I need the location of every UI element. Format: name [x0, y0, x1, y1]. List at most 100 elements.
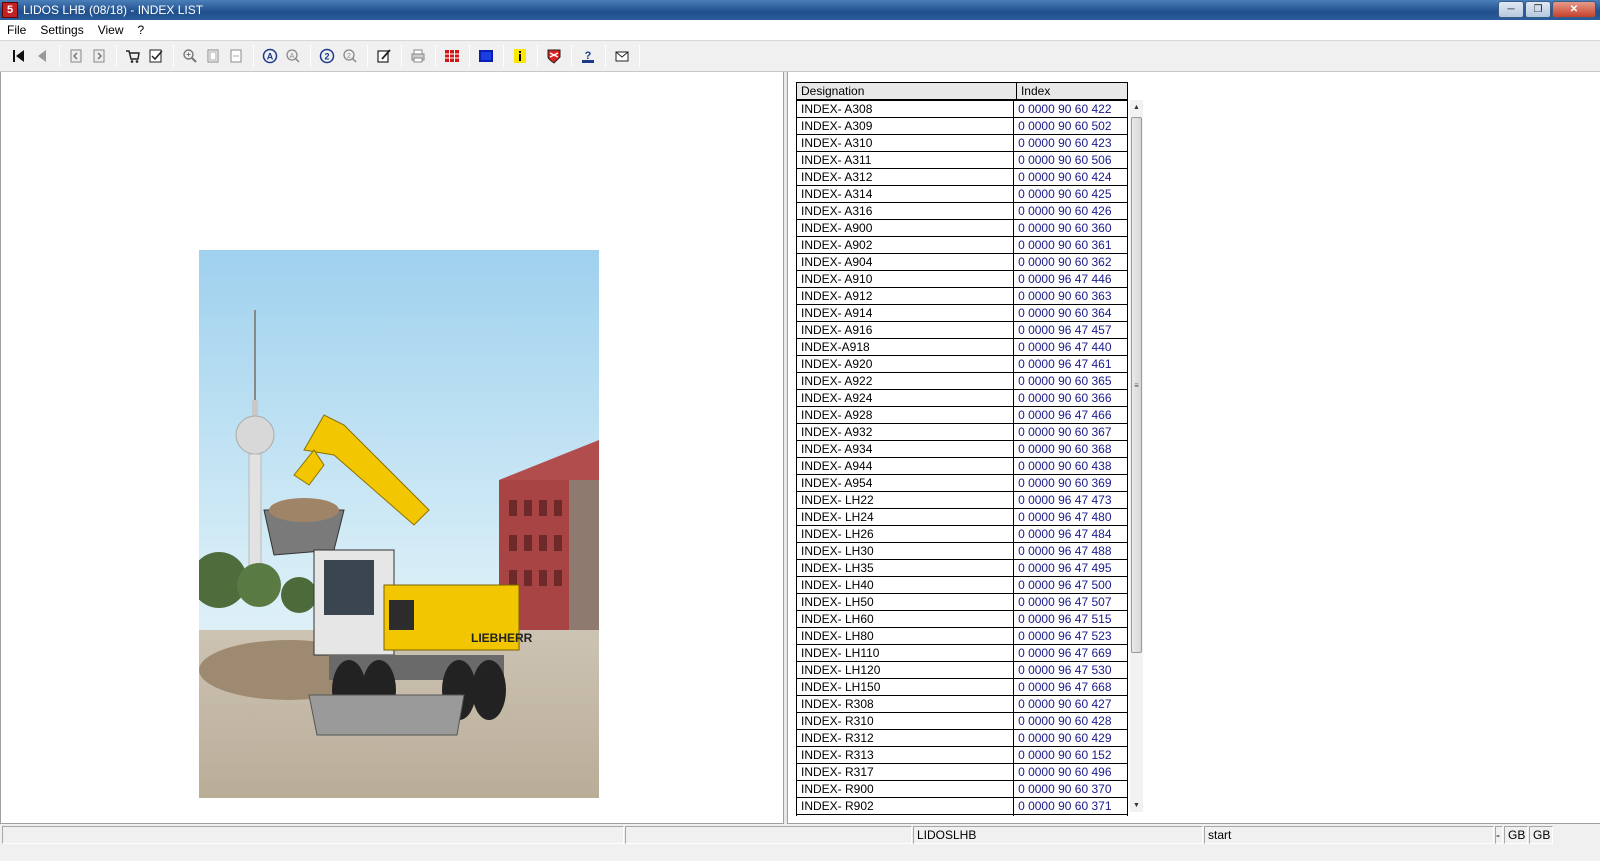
designation-cell[interactable]: INDEX- LH22 [796, 491, 1015, 509]
table-row[interactable]: INDEX- LH22 0 0000 96 47 473 [796, 491, 1128, 509]
table-row[interactable]: INDEX- LH150 0 0000 96 47 668 [796, 678, 1128, 696]
designation-cell[interactable]: INDEX- A932 [796, 423, 1015, 441]
previous-page-icon[interactable] [31, 45, 53, 67]
index-number-link[interactable]: 0 0000 90 60 427 [1013, 695, 1128, 713]
table-row[interactable]: INDEX- A914 0 0000 90 60 364 [796, 304, 1128, 322]
table-row[interactable]: INDEX- A944 0 0000 90 60 438 [796, 457, 1128, 475]
designation-cell[interactable]: INDEX- R317 [796, 763, 1015, 781]
index-number-link[interactable]: 0 0000 96 47 495 [1013, 559, 1128, 577]
table-row[interactable]: INDEX- A954 0 0000 90 60 369 [796, 474, 1128, 492]
index-number-link[interactable]: 0 0000 96 47 488 [1013, 542, 1128, 560]
table-row[interactable]: INDEX- R9140 0000 96 47 453 [796, 814, 1128, 816]
scroll-up-icon[interactable]: ▲ [1130, 100, 1143, 114]
vertical-scrollbar[interactable]: ▲ ≡ ▼ [1130, 100, 1143, 812]
designation-cell[interactable]: INDEX- R310 [796, 712, 1015, 730]
index-number-link[interactable]: 0 0000 96 47 669 [1013, 644, 1128, 662]
index-number-link[interactable]: 0 0000 90 60 371 [1013, 797, 1128, 815]
table-row[interactable]: INDEX- A920 0 0000 96 47 461 [796, 355, 1128, 373]
index-number-link[interactable]: 0 0000 96 47 453 [1013, 814, 1128, 816]
table-row[interactable]: INDEX- LH110 0 0000 96 47 669 [796, 644, 1128, 662]
designation-cell[interactable]: INDEX- A924 [796, 389, 1015, 407]
designation-cell[interactable]: INDEX- LH35 [796, 559, 1015, 577]
designation-cell[interactable]: INDEX- LH60 [796, 610, 1015, 628]
designation-cell[interactable]: INDEX- A922 [796, 372, 1015, 390]
designation-cell[interactable]: INDEX- A310 [796, 134, 1015, 152]
table-row[interactable]: INDEX- A314 0 0000 90 60 425 [796, 185, 1128, 203]
menu-settings[interactable]: Settings [33, 23, 90, 37]
table-row[interactable]: INDEX-A918 0 0000 96 47 440 [796, 338, 1128, 356]
index-number-link[interactable]: 0 0000 90 60 364 [1013, 304, 1128, 322]
designation-cell[interactable]: INDEX- A312 [796, 168, 1015, 186]
designation-cell[interactable]: INDEX- A309 [796, 117, 1015, 135]
table-row[interactable]: INDEX- LH80 0 0000 96 47 523 [796, 627, 1128, 645]
designation-cell[interactable]: INDEX- LH150 [796, 678, 1015, 696]
index-number-link[interactable]: 0 0000 90 60 425 [1013, 185, 1128, 203]
print-icon[interactable] [407, 45, 429, 67]
table-row[interactable]: INDEX- A310 0 0000 90 60 423 [796, 134, 1128, 152]
column-header-designation[interactable]: Designation [796, 82, 1017, 100]
table-row[interactable]: INDEX- A924 0 0000 90 60 366 [796, 389, 1128, 407]
designation-cell[interactable]: INDEX- LH30 [796, 542, 1015, 560]
table-row[interactable]: INDEX- R313 0 0000 90 60 152 [796, 746, 1128, 764]
close-button[interactable]: ✕ [1552, 1, 1596, 18]
designation-cell[interactable]: INDEX- LH40 [796, 576, 1015, 594]
index-number-link[interactable]: 0 0000 90 60 367 [1013, 423, 1128, 441]
table-row[interactable]: INDEX- R317 0 0000 90 60 496 [796, 763, 1128, 781]
designation-cell[interactable]: INDEX- R308 [796, 695, 1015, 713]
index-number-link[interactable]: 0 0000 90 60 423 [1013, 134, 1128, 152]
designation-cell[interactable]: INDEX- A904 [796, 253, 1015, 271]
table-row[interactable]: INDEX- A312 0 0000 90 60 424 [796, 168, 1128, 186]
designation-cell[interactable]: INDEX- A914 [796, 304, 1015, 322]
index-number-link[interactable]: 0 0000 90 60 152 [1013, 746, 1128, 764]
table-row[interactable]: INDEX- LH35 0 0000 96 47 495 [796, 559, 1128, 577]
designation-cell[interactable]: INDEX- R900 [796, 780, 1015, 798]
search-2-reset-icon[interactable]: 2 [339, 45, 361, 67]
designation-cell[interactable]: INDEX- LH26 [796, 525, 1015, 543]
mail-icon[interactable] [611, 45, 633, 67]
grid-blue-icon[interactable] [475, 45, 497, 67]
index-number-link[interactable]: 0 0000 90 60 428 [1013, 712, 1128, 730]
designation-cell[interactable]: INDEX- A920 [796, 355, 1015, 373]
index-number-link[interactable]: 0 0000 90 60 360 [1013, 219, 1128, 237]
table-row[interactable]: INDEX- A934 0 0000 90 60 368 [796, 440, 1128, 458]
index-number-link[interactable]: 0 0000 96 47 461 [1013, 355, 1128, 373]
index-number-link[interactable]: 0 0000 96 47 446 [1013, 270, 1128, 288]
table-row[interactable]: INDEX- LH60 0 0000 96 47 515 [796, 610, 1128, 628]
index-number-link[interactable]: 0 0000 96 47 480 [1013, 508, 1128, 526]
designation-cell[interactable]: INDEX- A916 [796, 321, 1015, 339]
index-number-link[interactable]: 0 0000 96 47 440 [1013, 338, 1128, 356]
index-number-link[interactable]: 0 0000 96 47 466 [1013, 406, 1128, 424]
designation-cell[interactable]: INDEX- A314 [796, 185, 1015, 203]
index-number-link[interactable]: 0 0000 90 60 365 [1013, 372, 1128, 390]
index-number-link[interactable]: 0 0000 90 60 369 [1013, 474, 1128, 492]
designation-cell[interactable]: INDEX- R313 [796, 746, 1015, 764]
minimize-button[interactable]: ─ [1498, 1, 1524, 18]
table-row[interactable]: INDEX- A928 0 0000 96 47 466 [796, 406, 1128, 424]
scroll-down-icon[interactable]: ▼ [1130, 798, 1143, 812]
zoom-in-icon[interactable] [179, 45, 201, 67]
index-number-link[interactable]: 0 0000 90 60 363 [1013, 287, 1128, 305]
index-number-link[interactable]: 0 0000 96 47 507 [1013, 593, 1128, 611]
shield-icon[interactable] [543, 45, 565, 67]
index-number-link[interactable]: 0 0000 90 60 438 [1013, 457, 1128, 475]
index-number-link[interactable]: 0 0000 90 60 361 [1013, 236, 1128, 254]
checklist-icon[interactable] [145, 45, 167, 67]
forward-icon[interactable] [88, 45, 110, 67]
designation-cell[interactable]: INDEX- A311 [796, 151, 1015, 169]
designation-cell[interactable]: INDEX- A928 [796, 406, 1015, 424]
help-icon[interactable]: ? [577, 45, 599, 67]
restore-button[interactable]: ❐ [1525, 1, 1551, 18]
index-number-link[interactable]: 0 0000 96 47 668 [1013, 678, 1128, 696]
designation-cell[interactable]: INDEX- A316 [796, 202, 1015, 220]
fit-page-icon[interactable] [202, 45, 224, 67]
index-number-link[interactable]: 0 0000 90 60 506 [1013, 151, 1128, 169]
table-row[interactable]: INDEX- A912 0 0000 90 60 363 [796, 287, 1128, 305]
index-number-link[interactable]: 0 0000 90 60 362 [1013, 253, 1128, 271]
designation-cell[interactable]: INDEX- A308 [796, 100, 1015, 118]
table-row[interactable]: INDEX- LH30 0 0000 96 47 488 [796, 542, 1128, 560]
table-row[interactable]: INDEX- A309 0 0000 90 60 502 [796, 117, 1128, 135]
table-row[interactable]: INDEX- A902 0 0000 90 60 361 [796, 236, 1128, 254]
index-number-link[interactable]: 0 0000 96 47 473 [1013, 491, 1128, 509]
table-row[interactable]: INDEX- A916 0 0000 96 47 457 [796, 321, 1128, 339]
first-page-icon[interactable] [8, 45, 30, 67]
